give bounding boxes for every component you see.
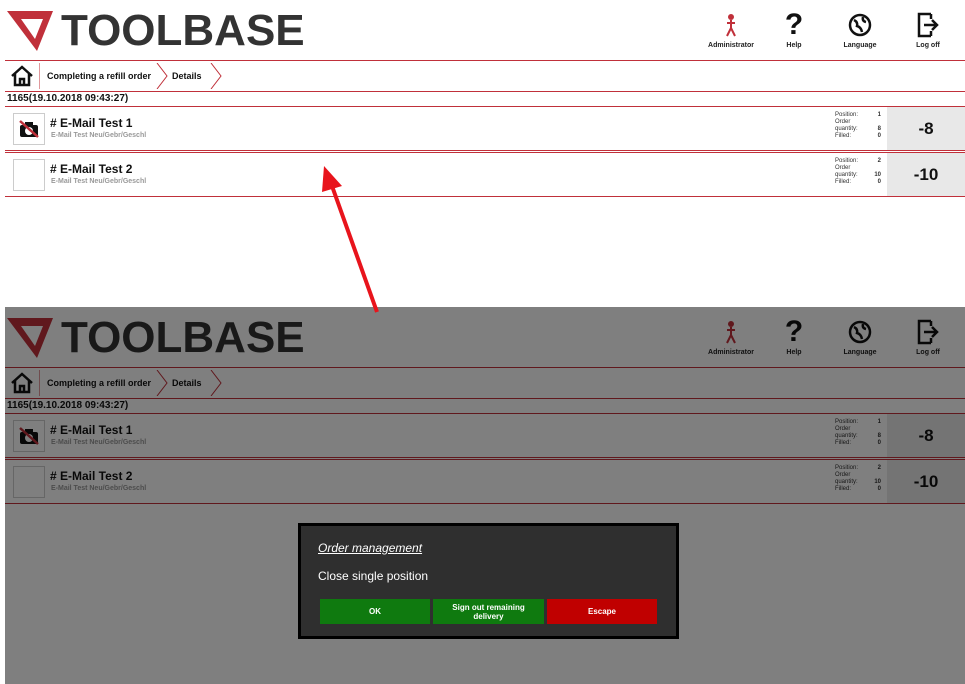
order-qty-label: Order quantity: [835, 165, 858, 178]
logoff-label: Log off [916, 42, 940, 49]
order-qty-label: Order quantity: [835, 119, 858, 132]
quantity-badge: -8 [887, 107, 965, 150]
item-stats: Position: 1 Order quantity: 8 Filled: 0 [835, 112, 881, 140]
screen-before: TOOLBASE Administrator ? Help Language L… [5, 0, 965, 200]
order-management-dialog: Order management Close single position O… [298, 523, 679, 639]
sign-out-remaining-delivery-button[interactable]: Sign out remaining delivery [433, 599, 544, 624]
language-label: Language [843, 42, 877, 49]
administrator-button[interactable]: Administrator [700, 10, 762, 54]
dialog-title: Order management [318, 541, 423, 555]
escape-button[interactable]: Escape [547, 599, 657, 624]
filled-label: Filled: [835, 179, 852, 185]
question-icon: ? [784, 8, 804, 41]
position-label: Position: [835, 158, 859, 164]
language-button[interactable]: Language [829, 10, 891, 54]
empty-thumbnail [13, 159, 45, 191]
item-title: # E-Mail Test 1 [50, 116, 133, 130]
dialog-message: Close single position [318, 569, 429, 583]
globe-icon [829, 10, 891, 40]
breadcrumb-item-refill[interactable]: Completing a refill order [47, 65, 151, 87]
order-header: 1165(19.10.2018 09:43:27) [7, 93, 129, 104]
app-header: TOOLBASE Administrator ? Help Language L… [5, 0, 965, 60]
order-qty-value: 10 [874, 172, 881, 178]
item-stats: Position: 2 Order quantity: 10 Filled: 0 [835, 158, 881, 186]
item-title: # E-Mail Test 2 [50, 162, 133, 176]
item-subtitle: E-Mail Test Neu/Gebr/Geschl [51, 178, 147, 185]
item-subtitle: E-Mail Test Neu/Gebr/Geschl [51, 132, 147, 139]
breadcrumb: Completing a refill order Details [5, 61, 965, 91]
list-item[interactable]: # E-Mail Test 1 E-Mail Test Neu/Gebr/Ges… [5, 106, 965, 151]
help-label: Help [786, 42, 802, 49]
administrator-label: Administrator [708, 42, 754, 49]
quantity-badge: -10 [887, 153, 965, 196]
logout-icon [897, 10, 959, 40]
user-figure-icon [700, 10, 762, 40]
screen-after: TOOLBASE Administrator ? Help Language L… [5, 307, 965, 684]
no-camera-icon [13, 113, 45, 145]
breadcrumb-item-details[interactable]: Details [172, 65, 202, 87]
ok-button[interactable]: OK [320, 599, 430, 624]
position-label: Position: [835, 112, 859, 118]
logo-text: TOOLBASE [61, 6, 305, 55]
help-button[interactable]: ? Help [763, 8, 825, 54]
home-icon[interactable] [7, 63, 37, 89]
breadcrumb-divider [5, 91, 965, 92]
position-value: 1 [877, 112, 881, 118]
toolbase-logo: TOOLBASE [7, 8, 305, 54]
filled-label: Filled: [835, 133, 852, 139]
filled-value: 0 [877, 179, 881, 185]
logo-triangle-icon [7, 11, 53, 51]
filled-value: 0 [877, 133, 881, 139]
logoff-button[interactable]: Log off [897, 10, 959, 54]
list-item[interactable]: # E-Mail Test 2 E-Mail Test Neu/Gebr/Ges… [5, 152, 965, 197]
position-value: 2 [877, 158, 881, 164]
order-qty-value: 8 [877, 126, 881, 132]
